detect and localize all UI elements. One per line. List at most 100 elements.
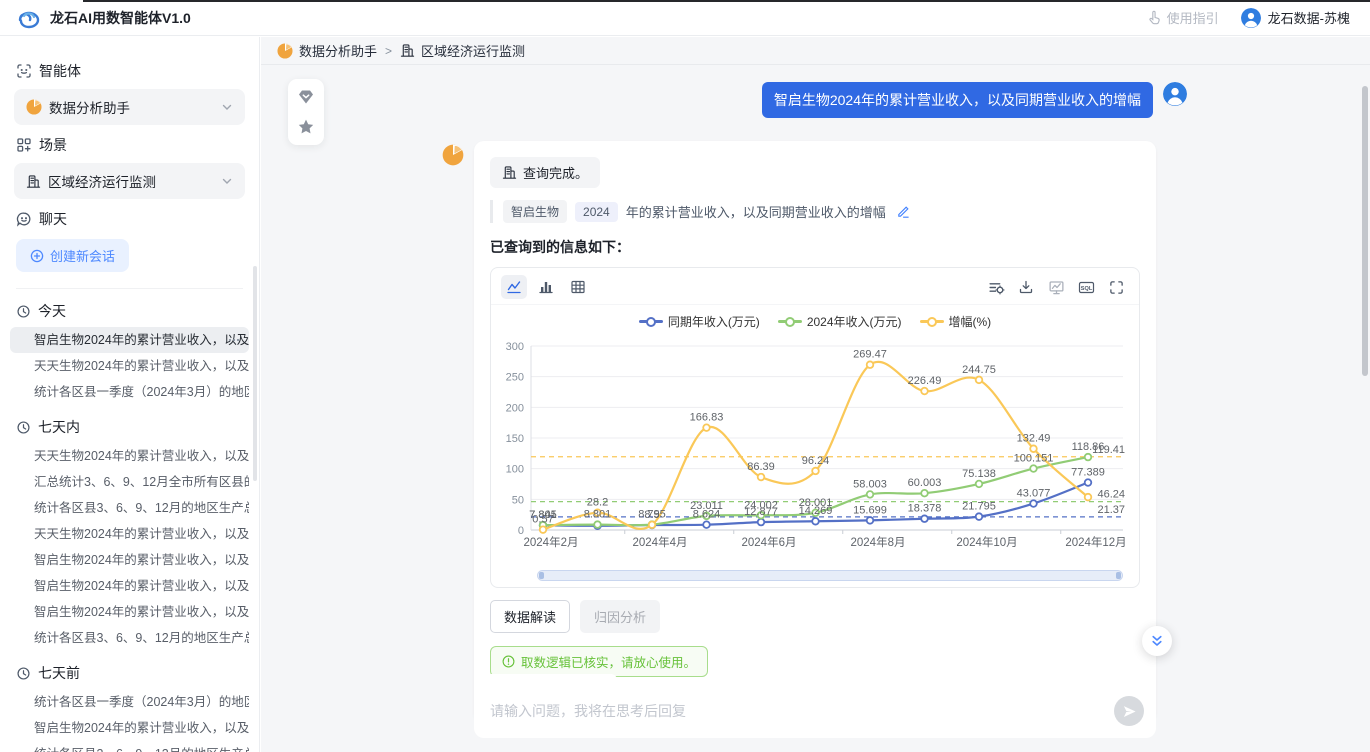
table-view-button[interactable]	[565, 275, 591, 299]
usage-guide-label: 使用指引	[1167, 8, 1219, 27]
history-item[interactable]: 天天生物2024年的累计营业收入，以及同期...	[10, 521, 249, 547]
svg-text:77.389: 77.389	[1071, 467, 1105, 479]
scroll-to-bottom-button[interactable]	[1142, 626, 1172, 656]
history-list: 今天智启生物2024年的累计营业收入，以及...天天生物2024年的累计营业收入…	[0, 301, 259, 752]
history-group-title: 七天内	[16, 417, 243, 437]
scene-select[interactable]: 区域经济运行监测	[14, 163, 245, 199]
send-plane-icon	[1122, 704, 1137, 719]
download-button[interactable]	[1013, 275, 1039, 299]
svg-text:86.39: 86.39	[747, 461, 775, 473]
chart-datazoom-slider[interactable]	[537, 570, 1123, 581]
svg-text:46.24: 46.24	[1097, 489, 1125, 501]
data-interpret-button[interactable]: 数据解读	[490, 600, 570, 633]
history-item[interactable]: 汇总统计3、6、9、12月全市所有区县的税...	[10, 469, 249, 495]
main-area: 数据分析助手 > 区域经济运行监测 智启生物2024年的累计营业收入，以及同期营…	[261, 37, 1370, 752]
pointer-hand-icon	[1147, 10, 1162, 25]
svg-text:166.83: 166.83	[690, 412, 724, 424]
result-intro: 已查询到的信息如下：	[490, 237, 1140, 257]
svg-text:58.003: 58.003	[853, 478, 887, 490]
app-logo-icon	[16, 5, 42, 31]
svg-text:132.49: 132.49	[1017, 433, 1051, 445]
fullscreen-button[interactable]	[1103, 275, 1129, 299]
scene-selected-value: 区域经济运行监测	[48, 171, 156, 191]
year-tag: 2024	[575, 202, 618, 222]
breadcrumb-assistant[interactable]: 数据分析助手	[277, 41, 377, 60]
window-top-edge	[83, 0, 1370, 2]
svg-text:8.5: 8.5	[644, 509, 659, 521]
chart-actions: 数据解读 归因分析	[490, 600, 1140, 633]
chart-panel: SQL 同期年收入(万元)2024年收入(万元)增幅(%) 0501001502…	[490, 267, 1140, 588]
svg-text:21.795: 21.795	[962, 501, 996, 513]
breadcrumb-scene[interactable]: 区域经济运行监测	[400, 41, 525, 60]
app-title: 龙石AI用数智能体V1.0	[50, 8, 191, 28]
send-button[interactable]	[1114, 696, 1144, 726]
svg-text:150: 150	[506, 433, 524, 445]
svg-text:100.151: 100.151	[1014, 453, 1054, 465]
more-icon[interactable]	[227, 333, 241, 347]
double-chevron-down-icon	[1149, 633, 1165, 649]
chevron-down-icon	[221, 101, 233, 113]
condition-text: 年的累计营业收入，以及同期营业收入的增幅	[626, 202, 886, 221]
history-item[interactable]: 智启生物2024年的累计营业收入，以及...	[10, 327, 249, 353]
verify-alert: 取数逻辑已核实，请放心使用。	[490, 646, 708, 677]
query-status-text: 查询完成。	[523, 163, 588, 182]
chat-input-card	[474, 684, 1156, 738]
svg-text:23.011: 23.011	[690, 500, 723, 512]
input-panel-handle[interactable]	[477, 674, 617, 684]
user-account[interactable]: 龙石数据-苏槐	[1241, 8, 1350, 28]
legend-item[interactable]: 2024年收入(万元)	[778, 313, 902, 330]
chevron-down-icon	[221, 175, 233, 187]
gem-icon[interactable]	[297, 88, 315, 106]
history-item[interactable]: 智启生物2024年的累计营业收入，以及同期...	[10, 547, 249, 573]
board-preview-button[interactable]	[1043, 275, 1069, 299]
svg-text:2024年8月: 2024年8月	[851, 535, 906, 549]
display-config-button[interactable]	[983, 275, 1009, 299]
chat-area: 智启生物2024年的累计营业收入，以及同期营业收入的增幅 查询完成。 智启生物 …	[261, 66, 1370, 672]
legend-item[interactable]: 增幅(%)	[920, 313, 992, 330]
history-item[interactable]: 智启生物2024年的累计营业收入，以及同期...	[10, 715, 249, 741]
verify-alert-text: 取数逻辑已核实，请放心使用。	[521, 652, 696, 671]
user-avatar	[1241, 8, 1261, 28]
building-icon	[400, 43, 415, 58]
assistant-pie-icon	[26, 99, 42, 115]
history-item[interactable]: 统计各区县3、6、9、12月的地区生产总值...	[10, 625, 249, 651]
new-chat-button[interactable]: 创建新会话	[16, 239, 129, 272]
history-item[interactable]: 天天生物2024年的累计营业收入，以及同期...	[10, 353, 249, 379]
sql-button[interactable]: SQL	[1073, 275, 1099, 299]
assistant-pie-icon	[277, 43, 293, 59]
usage-guide-button[interactable]: 使用指引	[1147, 8, 1219, 27]
history-item[interactable]: 天天生物2024年的累计营业收入，以及同期...	[10, 443, 249, 469]
svg-text:15.699: 15.699	[853, 504, 887, 516]
history-item[interactable]: 统计各区县3、6、9、12月的地区生产总值...	[10, 741, 249, 752]
agent-section-label: 智能体	[16, 61, 243, 81]
building-icon	[26, 174, 41, 189]
legend-item[interactable]: 同期年收入(万元)	[639, 313, 760, 330]
chat-input[interactable]	[490, 703, 1100, 719]
history-item[interactable]: 智启生物2024年的累计营业收入，以及同期...	[10, 573, 249, 599]
attribution-analysis-button[interactable]: 归因分析	[580, 600, 660, 633]
history-item[interactable]: 统计各区县3、6、9、12月的地区生产总值...	[10, 495, 249, 521]
user-message-row: 智启生物2024年的累计营业收入，以及同期营业收入的增幅	[762, 82, 1187, 118]
datazoom-left-handle[interactable]	[539, 572, 544, 579]
user-message-bubble: 智启生物2024年的累计营业收入，以及同期营业收入的增幅	[762, 82, 1153, 118]
chat-smile-icon	[16, 211, 32, 227]
svg-text:28.2: 28.2	[587, 497, 608, 509]
history-item[interactable]: 统计各区县一季度（2024年3月）的地区生...	[10, 379, 249, 405]
sidebar-scrollbar[interactable]	[253, 266, 257, 481]
history-item[interactable]: 智启生物2024年的累计营业收入，以及同期...	[10, 599, 249, 625]
main-scrollbar[interactable]	[1362, 86, 1368, 376]
agent-select[interactable]: 数据分析助手	[14, 89, 245, 125]
line-chart-view-button[interactable]	[501, 275, 527, 299]
svg-text:250: 250	[506, 372, 524, 384]
datazoom-right-handle[interactable]	[1116, 572, 1121, 579]
query-condition-row: 智启生物 2024 年的累计营业收入，以及同期营业收入的增幅	[490, 200, 1140, 223]
user-avatar	[1163, 82, 1187, 106]
svg-text:100: 100	[506, 464, 524, 476]
star-icon[interactable]	[297, 118, 315, 136]
svg-text:2024年12月: 2024年12月	[1065, 535, 1126, 549]
bar-chart-view-button[interactable]	[533, 275, 559, 299]
svg-text:2024年4月: 2024年4月	[633, 535, 688, 549]
line-chart: 0501001502002503002024年2月2024年4月2024年6月2…	[491, 332, 1139, 568]
history-item[interactable]: 统计各区县一季度（2024年3月）的地区生...	[10, 689, 249, 715]
edit-pencil-icon[interactable]	[896, 204, 911, 219]
